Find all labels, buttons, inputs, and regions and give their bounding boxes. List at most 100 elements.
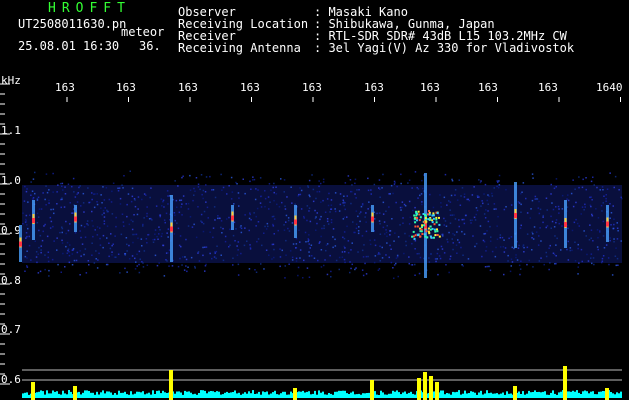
noise-speckle <box>561 225 563 227</box>
burst-pixel <box>423 221 426 224</box>
burst-pixel <box>433 228 436 231</box>
noise-bar <box>508 393 510 398</box>
noise-speckle <box>263 268 265 270</box>
noise-speckle <box>555 221 557 224</box>
noise-speckle <box>202 189 205 192</box>
noise-speckle <box>288 230 291 232</box>
noise-speckle <box>566 198 568 200</box>
noise-bar <box>44 394 46 398</box>
noise-speckle <box>379 212 381 214</box>
noise-bar <box>478 392 480 398</box>
noise-speckle <box>359 220 361 223</box>
noise-speckle <box>255 225 257 227</box>
noise-speckle <box>383 221 386 223</box>
spectrum-peak <box>417 378 421 400</box>
noise-bar <box>192 394 194 398</box>
noise-speckle <box>96 226 99 228</box>
noise-speckle <box>411 264 414 266</box>
noise-speckle <box>117 253 120 255</box>
noise-speckle <box>211 257 213 260</box>
noise-speckle <box>617 230 619 232</box>
noise-speckle <box>388 206 390 208</box>
noise-speckle <box>395 257 398 259</box>
burst-pixel <box>431 221 434 224</box>
noise-speckle <box>357 232 360 235</box>
noise-bar <box>610 392 612 398</box>
noise-speckle <box>231 191 234 193</box>
noise-speckle <box>414 263 416 266</box>
noise-speckle <box>453 214 455 216</box>
noise-bar <box>308 391 310 398</box>
noise-speckle <box>267 196 270 198</box>
noise-speckle <box>569 249 571 252</box>
noise-speckle <box>612 205 614 207</box>
noise-bar <box>246 393 248 398</box>
noise-speckle <box>420 193 423 195</box>
noise-speckle <box>185 238 187 241</box>
noise-bar <box>110 392 112 398</box>
noise-speckle <box>373 183 376 186</box>
noise-speckle <box>379 188 381 190</box>
noise-speckle <box>580 213 582 215</box>
noise-speckle <box>545 255 548 258</box>
noise-bar <box>378 395 380 398</box>
noise-speckle <box>377 253 379 256</box>
noise-speckle <box>456 199 459 201</box>
noise-speckle <box>306 205 309 207</box>
noise-speckle <box>40 208 43 210</box>
noise-speckle <box>395 201 397 204</box>
burst-pixel <box>423 224 426 227</box>
noise-speckle <box>496 185 498 188</box>
noise-speckle <box>343 258 346 261</box>
noise-speckle <box>131 228 134 231</box>
noise-speckle <box>580 248 583 251</box>
noise-speckle <box>361 235 364 237</box>
noise-speckle <box>502 246 505 248</box>
noise-speckle <box>123 175 125 177</box>
noise-speckle <box>295 260 298 262</box>
noise-bar <box>614 394 616 398</box>
noise-speckle <box>378 220 381 222</box>
noise-speckle <box>360 205 363 208</box>
noise-speckle <box>597 248 599 251</box>
noise-speckle <box>367 177 369 180</box>
noise-speckle <box>204 246 206 248</box>
noise-bar <box>148 392 150 398</box>
noise-speckle <box>268 183 271 185</box>
noise-speckle <box>549 262 551 264</box>
noise-bar <box>154 394 156 398</box>
noise-speckle <box>185 203 187 205</box>
noise-speckle <box>572 179 574 181</box>
noise-speckle <box>215 257 217 260</box>
noise-bar <box>300 391 302 398</box>
noise-speckle <box>522 245 524 248</box>
noise-speckle <box>283 229 286 231</box>
noise-speckle <box>131 255 134 257</box>
noise-bar <box>288 394 290 398</box>
noise-speckle <box>346 216 348 218</box>
noise-speckle <box>284 265 286 267</box>
noise-bar <box>538 391 540 398</box>
noise-speckle <box>357 251 359 253</box>
noise-speckle <box>250 219 252 221</box>
noise-speckle <box>88 201 90 204</box>
noise-bar <box>140 392 142 398</box>
burst-pixel <box>436 228 438 231</box>
noise-speckle <box>65 220 67 223</box>
noise-speckle <box>591 199 593 201</box>
noise-speckle <box>253 178 256 181</box>
noise-speckle <box>272 243 275 246</box>
noise-speckle <box>61 242 64 244</box>
burst-pixel <box>425 230 428 233</box>
noise-speckle <box>440 245 443 248</box>
noise-speckle <box>79 185 81 187</box>
noise-speckle <box>323 227 325 230</box>
noise-speckle <box>408 235 411 237</box>
noise-speckle <box>583 209 585 211</box>
noise-speckle <box>451 178 453 181</box>
noise-bar <box>382 392 384 398</box>
noise-bar <box>570 391 572 398</box>
noise-speckle <box>522 182 525 184</box>
noise-speckle <box>161 205 163 207</box>
noise-speckle <box>39 270 42 273</box>
